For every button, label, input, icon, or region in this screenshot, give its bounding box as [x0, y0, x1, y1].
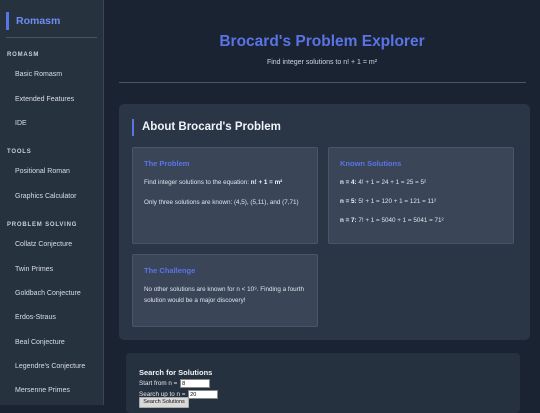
sidebar-item-twin-primes[interactable]: Twin Primes	[15, 266, 53, 273]
challenge-card-title: The Challenge	[144, 266, 196, 275]
main-content: Brocard's Problem Explorer Find integer …	[104, 0, 540, 413]
sidebar-item-mersenne[interactable]: Mersenne Primes	[15, 387, 70, 394]
sidebar-section-romasm: ROMASM	[7, 52, 40, 58]
sidebar-item-extended-features[interactable]: Extended Features	[15, 96, 74, 103]
solution-row-n7: n = 7: 7! + 1 = 5040 + 1 = 5041 = 71²	[340, 215, 444, 226]
start-field-row: Start from n =	[139, 379, 211, 388]
end-input[interactable]	[188, 390, 219, 399]
search-title: Search for Solutions	[139, 368, 213, 377]
about-title: About Brocard's Problem	[132, 119, 281, 136]
sidebar-item-graphics-calculator[interactable]: Graphics Calculator	[15, 193, 76, 200]
sidebar-brand[interactable]: Romasm	[6, 12, 60, 30]
problem-card: The Problem Find integer solutions to th…	[132, 147, 318, 244]
page-title: Brocard's Problem Explorer	[219, 33, 425, 50]
solution-text-n5: 5! + 1 = 120 + 1 = 121 = 11²	[356, 198, 437, 205]
challenge-text: No other solutions are known for n < 10⁹…	[144, 286, 305, 304]
sidebar-item-ide[interactable]: IDE	[15, 120, 27, 127]
problem-card-title: The Problem	[144, 159, 190, 168]
sidebar-item-positional-roman[interactable]: Positional Roman	[15, 168, 70, 175]
search-panel: Search for Solutions Start from n = Sear…	[126, 353, 520, 413]
page-subtitle: Find integer solutions to n! + 1 = m²	[266, 59, 378, 66]
sidebar-section-tools: TOOLS	[7, 149, 32, 155]
sidebar-item-erdos-straus[interactable]: Erdos-Straus	[15, 314, 56, 321]
sidebar-divider	[6, 37, 97, 38]
about-panel: About Brocard's Problem The Problem Find…	[119, 104, 530, 340]
solution-label-n4: n = 4:	[340, 179, 357, 186]
problem-equation: Find integer solutions to the equation: …	[144, 177, 282, 188]
sidebar-item-goldbach[interactable]: Goldbach Conjecture	[15, 290, 81, 297]
solution-label-n5: n = 5:	[340, 198, 357, 205]
problem-equation-bold: n! + 1 = m²	[250, 179, 283, 186]
known-solutions-title: Known Solutions	[340, 159, 402, 168]
challenge-card: The Challenge No other solutions are kno…	[132, 254, 318, 327]
start-input[interactable]	[180, 379, 211, 388]
sidebar-item-basic-romasm[interactable]: Basic Romasm	[15, 71, 62, 78]
sidebar-item-beal[interactable]: Beal Conjecture	[15, 339, 65, 346]
solution-label-n7: n = 7:	[340, 217, 357, 224]
search-button[interactable]: Search Solutions	[139, 397, 189, 408]
problem-known-note: Only three solutions are known: (4,5), (…	[144, 199, 299, 206]
solution-row-n5: n = 5: 5! + 1 = 120 + 1 = 121 = 11²	[340, 196, 436, 207]
sidebar-item-collatz[interactable]: Collatz Conjecture	[15, 241, 72, 248]
solution-text-n7: 7! + 1 = 5040 + 1 = 5041 = 71²	[356, 217, 444, 224]
solution-row-n4: n = 4: 4! + 1 = 24 + 1 = 25 = 5²	[340, 177, 426, 188]
problem-equation-prefix: Find integer solutions to the equation:	[144, 179, 251, 186]
sidebar-section-problem-solving: PROBLEM SOLVING	[7, 222, 78, 228]
sidebar-item-legendre[interactable]: Legendre's Conjecture	[15, 363, 85, 370]
start-label: Start from n =	[139, 380, 178, 388]
header-divider	[119, 82, 526, 83]
sidebar: Romasm ROMASM Basic Romasm Extended Feat…	[0, 0, 104, 405]
known-solutions-card: Known Solutions n = 4: 4! + 1 = 24 + 1 =…	[328, 147, 514, 244]
solution-text-n4: 4! + 1 = 24 + 1 = 25 = 5²	[356, 179, 427, 186]
